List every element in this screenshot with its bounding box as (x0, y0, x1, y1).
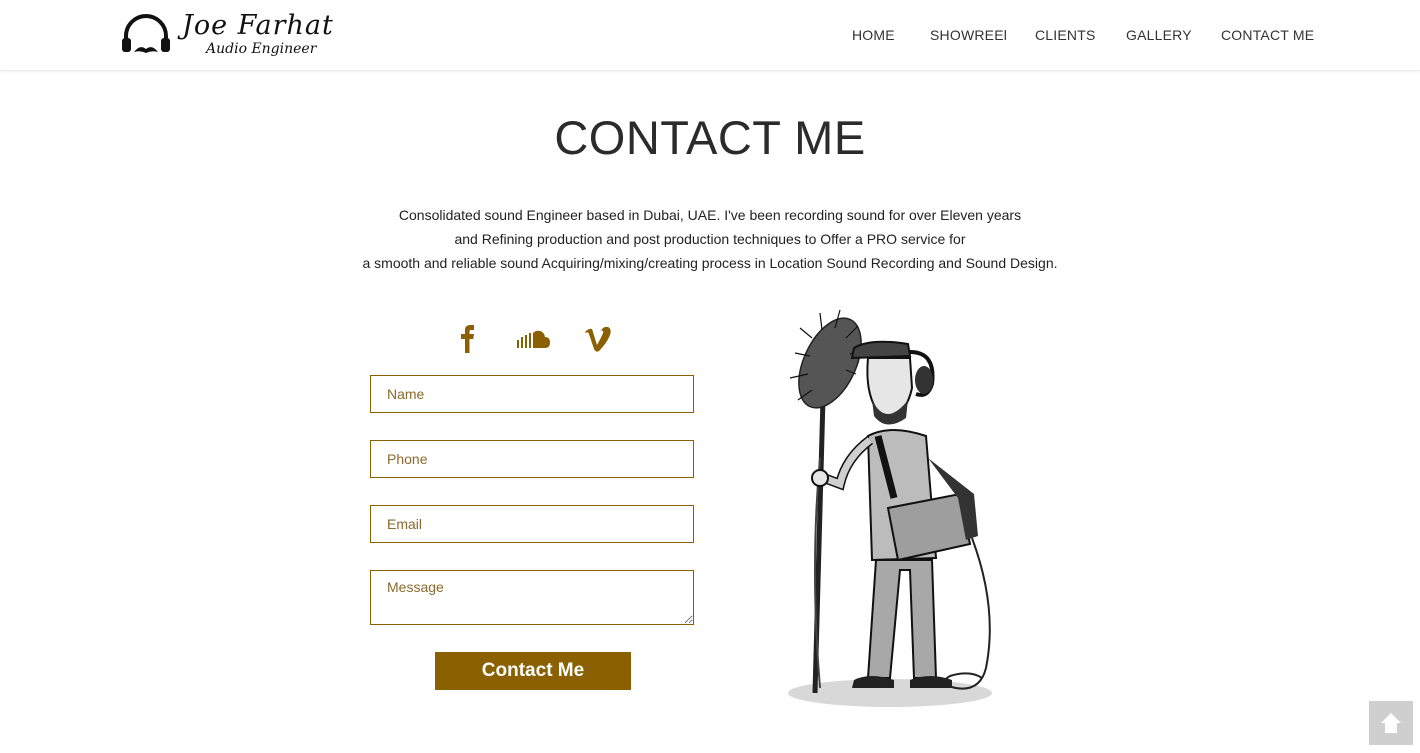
intro-line: a smooth and reliable sound Acquiring/mi… (362, 255, 1058, 271)
nav-home[interactable]: HOME (852, 27, 895, 43)
site-header: Joe Farhat Audio Engineer HOME SHOWREEl … (0, 0, 1420, 71)
soundcloud-icon[interactable] (516, 328, 552, 355)
intro-text: Consolidated sound Engineer based in Dub… (0, 203, 1420, 275)
vimeo-icon[interactable] (583, 326, 613, 357)
intro-line: and Refining production and post product… (454, 231, 966, 247)
message-field[interactable] (370, 570, 694, 625)
arrow-up-icon (1381, 713, 1401, 733)
page-title: CONTACT ME (554, 111, 866, 164)
sound-engineer-illustration (788, 309, 992, 707)
facebook-icon[interactable] (455, 322, 481, 359)
social-links (455, 322, 625, 358)
contact-me-button[interactable]: Contact Me (435, 652, 631, 690)
nav-contact-me[interactable]: CONTACT ME (1221, 27, 1314, 43)
name-field[interactable] (370, 375, 694, 413)
main-nav: HOME SHOWREEl CLIENTS GALLERY CONTACT ME (0, 27, 1420, 47)
email-field[interactable] (370, 505, 694, 543)
scroll-to-top-button[interactable] (1369, 701, 1413, 745)
nav-clients[interactable]: CLIENTS (1035, 27, 1096, 43)
nav-gallery[interactable]: GALLERY (1126, 27, 1192, 43)
intro-line: Consolidated sound Engineer based in Dub… (398, 207, 1022, 223)
phone-field[interactable] (370, 440, 694, 478)
nav-showreel[interactable]: SHOWREEl (930, 27, 1007, 43)
